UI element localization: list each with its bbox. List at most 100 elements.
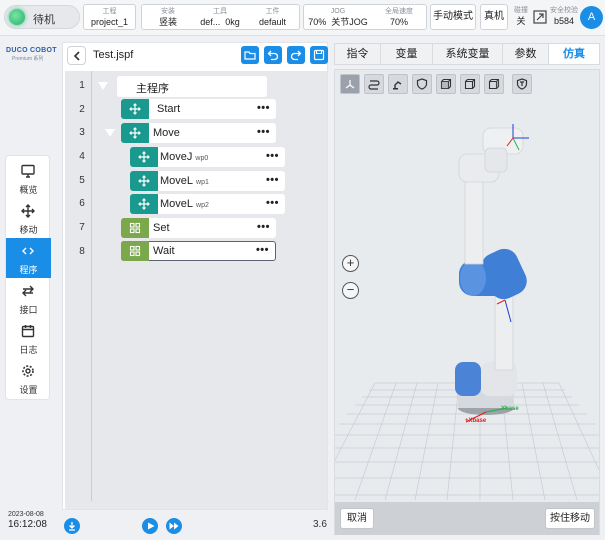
- save-button[interactable]: [310, 46, 328, 64]
- tree-node-movej[interactable]: MoveJ wp0 •••: [130, 147, 285, 167]
- tree-node-start[interactable]: Start •••: [121, 99, 276, 119]
- collapse-root-toggle[interactable]: [98, 82, 108, 90]
- brand-name: DUCO COBOT: [6, 47, 57, 54]
- line-number: 2: [79, 104, 85, 115]
- view-axes-button[interactable]: [340, 74, 360, 94]
- jog-speed: 70%: [308, 17, 327, 27]
- view-top-button[interactable]: [460, 74, 480, 94]
- safety-check-indicator[interactable]: 安全校验 b584: [550, 4, 578, 27]
- grid-icon: [129, 222, 141, 234]
- view-front-button[interactable]: [436, 74, 456, 94]
- save-icon: [313, 49, 325, 61]
- real-machine-button[interactable]: 真机: [480, 4, 508, 30]
- tree-node-label: MoveL: [160, 175, 194, 187]
- move-node-icon: [121, 123, 149, 143]
- move-icon: [21, 204, 35, 218]
- tab-instructions[interactable]: 指令: [335, 44, 381, 64]
- redo-icon: [290, 50, 302, 61]
- view-tool-button[interactable]: [512, 74, 532, 94]
- tool-name: def...: [200, 17, 221, 27]
- download-button[interactable]: [64, 518, 80, 534]
- line-number: 1: [79, 80, 85, 91]
- manual-mode-button[interactable]: 手动模式: [430, 4, 476, 30]
- node-menu-button[interactable]: •••: [257, 102, 270, 114]
- nav-item-settings[interactable]: 设置: [6, 358, 51, 398]
- config-group: 安装 竖装 工具 def... 0kg 工件 default: [141, 4, 300, 30]
- nav-item-log[interactable]: 日志: [6, 318, 51, 358]
- view-shield-button[interactable]: [412, 74, 432, 94]
- hold-to-move-button[interactable]: 按住移动: [545, 508, 595, 529]
- tree-node-main[interactable]: 主程序: [117, 76, 267, 97]
- view-path-button[interactable]: [364, 74, 384, 94]
- install-selector[interactable]: 安装 竖装: [142, 5, 194, 28]
- node-menu-button[interactable]: •••: [266, 174, 279, 186]
- wait-node-icon: [121, 241, 149, 261]
- workpiece-selector[interactable]: 工件 default: [246, 5, 299, 28]
- tree-node-label: Start: [157, 103, 181, 115]
- node-menu-button[interactable]: •••: [257, 221, 270, 233]
- tool-shield-icon: [516, 78, 528, 90]
- expand-icon[interactable]: [533, 10, 547, 24]
- jog-selector[interactable]: JOG 70% 关节JOG: [304, 5, 372, 28]
- view-side-button[interactable]: [484, 74, 504, 94]
- open-folder-button[interactable]: [241, 46, 259, 64]
- tree-node-label: Move: [153, 127, 180, 139]
- node-menu-button[interactable]: •••: [257, 126, 270, 138]
- waypoint-label: wp2: [196, 202, 209, 209]
- workpiece-label: 工件: [265, 8, 280, 15]
- robot-3d-scene[interactable]: [335, 100, 599, 500]
- robot-arm-icon: [393, 81, 402, 90]
- jog-mode: 关节JOG: [331, 17, 368, 27]
- play-button[interactable]: [142, 518, 158, 534]
- tool-selector[interactable]: 工具 def... 0kg: [194, 5, 246, 28]
- nav-item-overview[interactable]: 概览: [6, 158, 51, 198]
- line-number: 7: [79, 222, 85, 233]
- nav-item-program[interactable]: 程序: [6, 238, 51, 278]
- cancel-button[interactable]: 取消: [340, 508, 374, 529]
- nav-label-move: 移动: [19, 225, 38, 235]
- tab-parameters[interactable]: 参数: [503, 44, 549, 64]
- global-speed-selector[interactable]: 全局速度 70%: [372, 5, 426, 28]
- folder-icon: [244, 51, 256, 60]
- nav-label-program: 程序: [19, 265, 38, 275]
- tree-node-move[interactable]: Move •••: [121, 123, 276, 143]
- node-menu-button[interactable]: •••: [256, 244, 269, 256]
- collapse-move-toggle[interactable]: [105, 129, 115, 137]
- node-menu-button[interactable]: •••: [266, 150, 279, 162]
- tree-node-movel[interactable]: MoveL wp2 •••: [130, 194, 285, 214]
- nav-item-interface[interactable]: 接口: [6, 278, 51, 318]
- step-forward-button[interactable]: [166, 518, 182, 534]
- nav-item-move[interactable]: 移动: [6, 198, 51, 238]
- tab-simulation[interactable]: 仿真: [549, 44, 599, 64]
- user-avatar[interactable]: A: [580, 6, 603, 29]
- calendar-icon: [21, 325, 35, 338]
- code-icon: [22, 247, 34, 255]
- undo-button[interactable]: [264, 46, 282, 64]
- line-number: 6: [79, 198, 85, 209]
- tree-node-movel[interactable]: MoveL wp1 •••: [130, 171, 285, 191]
- node-menu-button[interactable]: •••: [266, 197, 279, 209]
- global-speed-value: 70%: [389, 17, 408, 27]
- tree-node-label: 主程序: [136, 83, 169, 95]
- waypoint-label: wp0: [195, 155, 209, 162]
- brand-logo: DUCO COBOT Premium 系列: [6, 47, 57, 62]
- safety-check-label: 安全校验: [550, 7, 578, 14]
- redo-button[interactable]: [287, 46, 305, 64]
- collision-indicator[interactable]: 碰撞 关: [510, 4, 532, 27]
- program-tree: 1 2 3 4 5 6 7 8 主程序 Start ••• Move ••• M…: [65, 71, 327, 509]
- program-speed: 3.6: [313, 519, 327, 530]
- tree-node-set[interactable]: Set •••: [121, 218, 276, 238]
- tab-system-variables[interactable]: 系统变量: [433, 44, 503, 64]
- back-button[interactable]: [67, 46, 86, 65]
- robot-status-indicator[interactable]: 待机: [4, 5, 80, 29]
- move-icon: [129, 103, 141, 115]
- project-selector[interactable]: 工程 project_1: [83, 4, 136, 30]
- line-number: 3: [79, 127, 85, 138]
- tab-variables[interactable]: 变量: [381, 44, 433, 64]
- tree-node-wait[interactable]: Wait •••: [121, 241, 276, 261]
- project-label: 工程: [102, 8, 117, 15]
- speed-group: JOG 70% 关节JOG 全局速度 70%: [303, 4, 427, 30]
- nav-label-settings: 设置: [19, 385, 38, 395]
- view-robot-button[interactable]: [388, 74, 408, 94]
- shield-icon: [416, 78, 428, 90]
